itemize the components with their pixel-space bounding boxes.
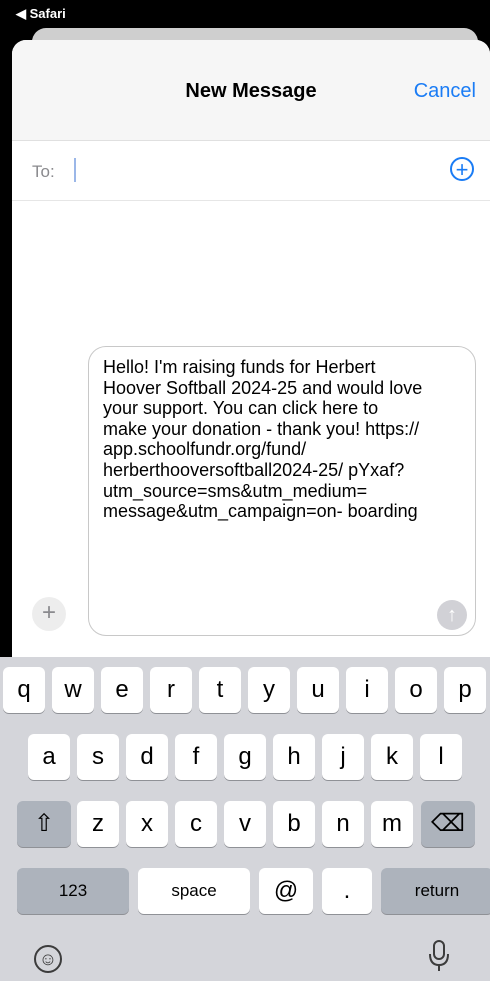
key-p[interactable]: p [444,667,486,713]
key-c[interactable]: c [175,801,217,847]
key-d[interactable]: d [126,734,168,780]
key-n[interactable]: n [322,801,364,847]
numbers-key[interactable]: 123 [17,868,129,914]
back-to-safari[interactable]: ◀ Safari [16,6,66,22]
key-o[interactable]: o [395,667,437,713]
key-x[interactable]: x [126,801,168,847]
cancel-button[interactable]: Cancel [414,80,476,103]
key-s[interactable]: s [77,734,119,780]
key-j[interactable]: j [322,734,364,780]
key-z[interactable]: z [77,801,119,847]
keyboard: qwertyuiop asdfghjkl ⇧ ⌫ zxcvbnm 123 spa… [0,657,490,981]
at-key[interactable]: @ [259,868,313,914]
key-i[interactable]: i [346,667,388,713]
key-t[interactable]: t [199,667,241,713]
microphone-icon[interactable] [425,939,453,973]
key-k[interactable]: k [371,734,413,780]
recipient-row[interactable]: To: + [12,140,490,201]
key-b[interactable]: b [273,801,315,847]
space-key[interactable]: space [138,868,250,914]
key-u[interactable]: u [297,667,339,713]
recipient-input-caret [74,158,76,182]
to-label: To: [32,162,55,181]
key-q[interactable]: q [3,667,45,713]
key-e[interactable]: e [101,667,143,713]
nav-bar: New Message Cancel [12,40,490,141]
key-a[interactable]: a [28,734,70,780]
plus-icon[interactable]: + [32,597,66,631]
delete-icon[interactable]: ⌫ [421,801,475,847]
return-key[interactable]: return [381,868,490,914]
shift-icon[interactable]: ⇧ [17,801,71,847]
period-key[interactable]: . [322,868,372,914]
key-v[interactable]: v [224,801,266,847]
key-m[interactable]: m [371,801,413,847]
key-y[interactable]: y [248,667,290,713]
key-r[interactable]: r [150,667,192,713]
compose-area: + Hello! I'm raising funds for Herbert H… [12,340,490,660]
key-w[interactable]: w [52,667,94,713]
plus-circle-icon[interactable]: + [450,157,474,181]
emoji-icon[interactable]: ☺ [34,945,62,973]
key-l[interactable]: l [420,734,462,780]
key-f[interactable]: f [175,734,217,780]
status-bar: ◀ Safari [0,0,490,30]
keyboard-bottom-bar: ☺ [0,927,490,981]
arrow-up-icon[interactable]: ↑ [437,600,467,630]
key-h[interactable]: h [273,734,315,780]
key-g[interactable]: g [224,734,266,780]
message-input[interactable]: Hello! I'm raising funds for Herbert Hoo… [88,346,476,636]
